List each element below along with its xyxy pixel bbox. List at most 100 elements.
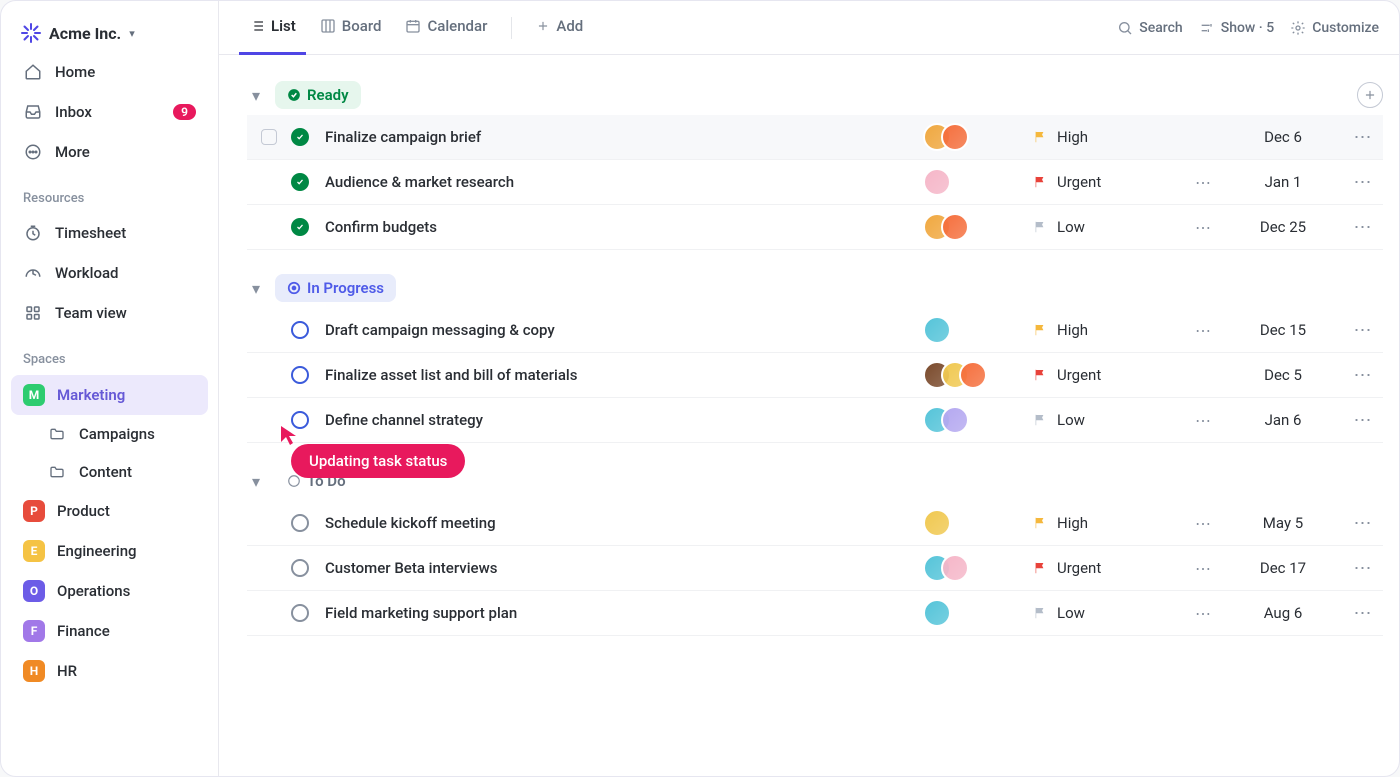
nav-home[interactable]: Home [11, 53, 208, 91]
task-more[interactable]: ⋯ [1343, 320, 1383, 341]
task-priority[interactable]: High [1033, 514, 1183, 532]
task-more[interactable]: ⋯ [1343, 513, 1383, 534]
task-date[interactable]: Aug 6 [1223, 604, 1343, 622]
task-status-icon[interactable] [291, 366, 309, 384]
task-subtasks[interactable]: ⋯ [1183, 173, 1223, 192]
workspace-switcher[interactable]: Acme Inc. ▾ [11, 15, 208, 51]
search-button[interactable]: Search [1117, 20, 1182, 36]
view-label: Calendar [427, 17, 487, 35]
task-row[interactable]: Field marketing support plan Low ⋯ Aug 6… [247, 591, 1383, 636]
task-row[interactable]: Schedule kickoff meeting High ⋯ May 5 ⋯ [247, 501, 1383, 546]
nav-workload[interactable]: Workload [11, 254, 208, 292]
space-item-operations[interactable]: OOperations [11, 571, 208, 611]
task-status-icon[interactable] [291, 218, 309, 236]
collapse-icon[interactable]: ▾ [247, 86, 265, 104]
task-avatars[interactable] [923, 361, 1033, 389]
task-priority[interactable]: High [1033, 128, 1183, 146]
status-pill[interactable]: In Progress [275, 274, 396, 302]
task-more[interactable]: ⋯ [1343, 410, 1383, 431]
task-status-icon[interactable] [291, 514, 309, 532]
task-priority[interactable]: High [1033, 321, 1183, 339]
task-subtasks[interactable]: ⋯ [1183, 514, 1223, 533]
task-priority[interactable]: Urgent [1033, 559, 1183, 577]
task-priority[interactable]: Urgent [1033, 173, 1183, 191]
nav-inbox[interactable]: Inbox 9 [11, 93, 208, 131]
task-more[interactable]: ⋯ [1343, 217, 1383, 238]
flag-icon [1033, 219, 1047, 235]
task-priority[interactable]: Low [1033, 411, 1183, 429]
task-row[interactable]: Customer Beta interviews Urgent ⋯ Dec 17… [247, 546, 1383, 591]
task-date[interactable]: Dec 6 [1223, 128, 1343, 146]
task-avatars[interactable] [923, 406, 1033, 434]
space-name: Finance [57, 622, 110, 640]
space-name: Marketing [57, 386, 125, 404]
space-item-finance[interactable]: FFinance [11, 611, 208, 651]
more-dots-icon: ⋯ [1195, 218, 1211, 237]
view-list[interactable]: List [239, 1, 306, 55]
view-board[interactable]: Board [310, 1, 392, 55]
task-date[interactable]: Dec 17 [1223, 559, 1343, 577]
task-avatars[interactable] [923, 509, 1033, 537]
task-date[interactable]: Dec 5 [1223, 366, 1343, 384]
task-priority[interactable]: Low [1033, 604, 1183, 622]
task-subtasks[interactable]: ⋯ [1183, 604, 1223, 623]
collapse-icon[interactable]: ▾ [247, 472, 265, 490]
status-pill[interactable]: Ready [275, 81, 361, 109]
task-more[interactable]: ⋯ [1343, 365, 1383, 386]
task-date[interactable]: Dec 25 [1223, 218, 1343, 236]
task-subtasks[interactable]: ⋯ [1183, 321, 1223, 340]
space-badge: M [23, 384, 45, 406]
task-status-icon[interactable] [291, 128, 309, 146]
task-row[interactable]: Define channel strategy Low ⋯ Jan 6 ⋯ [247, 398, 1383, 443]
task-avatars[interactable] [923, 599, 1033, 627]
task-subtasks[interactable]: ⋯ [1183, 411, 1223, 430]
task-more[interactable]: ⋯ [1343, 172, 1383, 193]
task-status-icon[interactable] [291, 321, 309, 339]
task-date[interactable]: Dec 15 [1223, 321, 1343, 339]
customize-button[interactable]: Customize [1290, 20, 1379, 36]
task-more[interactable]: ⋯ [1343, 558, 1383, 579]
add-task-button[interactable] [1357, 82, 1383, 108]
calendar-icon [405, 18, 421, 34]
task-avatars[interactable] [923, 554, 1033, 582]
task-date[interactable]: Jan 6 [1223, 411, 1343, 429]
task-avatars[interactable] [923, 123, 1033, 151]
nav-teamview[interactable]: Team view [11, 294, 208, 332]
workspace-logo-icon [21, 23, 41, 43]
task-avatars[interactable] [923, 213, 1033, 241]
task-title: Customer Beta interviews [325, 559, 923, 577]
task-subtasks[interactable]: ⋯ [1183, 218, 1223, 237]
task-row[interactable]: Finalize asset list and bill of material… [247, 353, 1383, 398]
task-date[interactable]: May 5 [1223, 514, 1343, 532]
task-more[interactable]: ⋯ [1343, 603, 1383, 624]
task-avatars[interactable] [923, 316, 1033, 344]
space-item-hr[interactable]: HHR [11, 651, 208, 691]
space-badge: O [23, 580, 45, 602]
show-button[interactable]: Show · 5 [1199, 20, 1275, 36]
space-item-product[interactable]: PProduct [11, 491, 208, 531]
nav-timesheet[interactable]: Timesheet [11, 214, 208, 252]
task-subtasks[interactable]: ⋯ [1183, 559, 1223, 578]
collapse-icon[interactable]: ▾ [247, 279, 265, 297]
task-priority[interactable]: Urgent [1033, 366, 1183, 384]
task-status-icon[interactable] [291, 559, 309, 577]
task-row[interactable]: Audience & market research Urgent ⋯ Jan … [247, 160, 1383, 205]
view-add[interactable]: Add [526, 1, 593, 55]
task-status-icon[interactable] [291, 604, 309, 622]
task-date[interactable]: Jan 1 [1223, 173, 1343, 191]
nav-more[interactable]: More [11, 133, 208, 171]
task-row[interactable]: Finalize campaign brief High Dec 6 ⋯ [247, 115, 1383, 160]
space-child-campaigns[interactable]: Campaigns [11, 415, 208, 453]
space-child-content[interactable]: Content [11, 453, 208, 491]
task-more[interactable]: ⋯ [1343, 127, 1383, 148]
space-item-marketing[interactable]: M Marketing [11, 375, 208, 415]
space-item-engineering[interactable]: EEngineering [11, 531, 208, 571]
task-row[interactable]: Confirm budgets Low ⋯ Dec 25 ⋯ [247, 205, 1383, 250]
task-row[interactable]: Draft campaign messaging & copy High ⋯ D… [247, 308, 1383, 353]
view-calendar[interactable]: Calendar [395, 1, 497, 55]
more-dots-icon: ⋯ [1195, 514, 1211, 533]
task-checkbox[interactable] [261, 129, 277, 145]
task-avatars[interactable] [923, 168, 1033, 196]
task-priority[interactable]: Low [1033, 218, 1183, 236]
task-status-icon[interactable] [291, 173, 309, 191]
